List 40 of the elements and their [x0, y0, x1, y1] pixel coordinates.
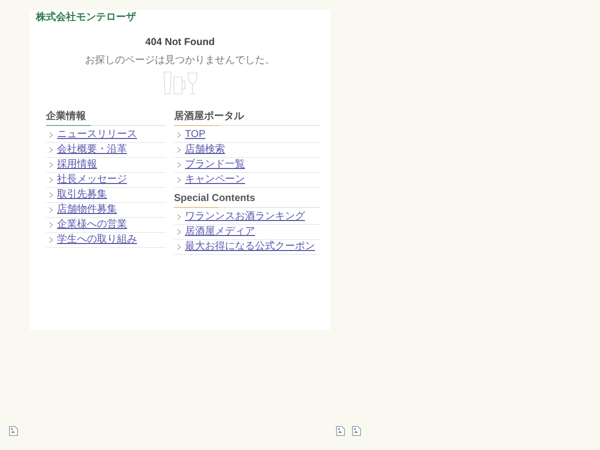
footer-link[interactable]: 会社概要・沿革	[57, 144, 127, 156]
chevron-icon	[49, 237, 53, 243]
footer-link[interactable]: 採用情報	[57, 159, 97, 171]
footer-link[interactable]: 居酒屋メディア	[185, 226, 255, 238]
chevron-icon	[49, 147, 53, 153]
chevron-icon	[49, 222, 53, 228]
glasses-drawing	[162, 71, 198, 95]
footer-link[interactable]: 社長メッセージ	[57, 174, 127, 186]
chevron-icon	[49, 177, 53, 183]
company-logo[interactable]: 株式会社モンテローザ	[36, 12, 330, 24]
broken-image-icon	[352, 426, 361, 436]
footer-link[interactable]: ブランド一覧	[185, 159, 245, 171]
chevron-icon	[177, 177, 181, 183]
error-message: お探しのページは見つかりませんでした。	[84, 55, 276, 67]
footer-link[interactable]: TOP	[185, 129, 206, 141]
broken-image-icon	[336, 426, 345, 436]
footer-link[interactable]: 取引先募集	[57, 189, 107, 201]
footer-link[interactable]: 店舗検索	[185, 144, 225, 156]
chevron-icon	[177, 147, 181, 153]
footer-link[interactable]: 企業様への営業	[57, 219, 127, 231]
chevron-icon	[177, 162, 181, 168]
chevron-icon	[49, 207, 53, 213]
footer-link[interactable]: ワランンスお酒ランキング	[185, 211, 305, 223]
footer-link[interactable]: 学生への取り組み	[57, 234, 137, 246]
chevron-icon	[49, 132, 53, 138]
chevron-icon	[177, 214, 181, 220]
page-title: 404 Not Found	[144, 37, 216, 49]
broken-image-icon	[9, 426, 18, 436]
section-heading: 企業情報	[46, 111, 166, 126]
chevron-icon	[177, 244, 181, 250]
footer-link[interactable]: ニュースリリース	[57, 129, 137, 141]
section-heading: 居酒屋ポータル	[174, 111, 320, 126]
footer-link[interactable]: 店舗物件募集	[57, 204, 117, 216]
chevron-icon	[177, 132, 181, 138]
section-heading: Special Contents	[174, 193, 320, 208]
chevron-icon	[49, 192, 53, 198]
footer-link[interactable]: 最大お得になる公式クーポン	[185, 241, 315, 253]
footer-link[interactable]: キャンペーン	[185, 174, 245, 186]
chevron-icon	[177, 229, 181, 235]
chevron-icon	[49, 162, 53, 168]
